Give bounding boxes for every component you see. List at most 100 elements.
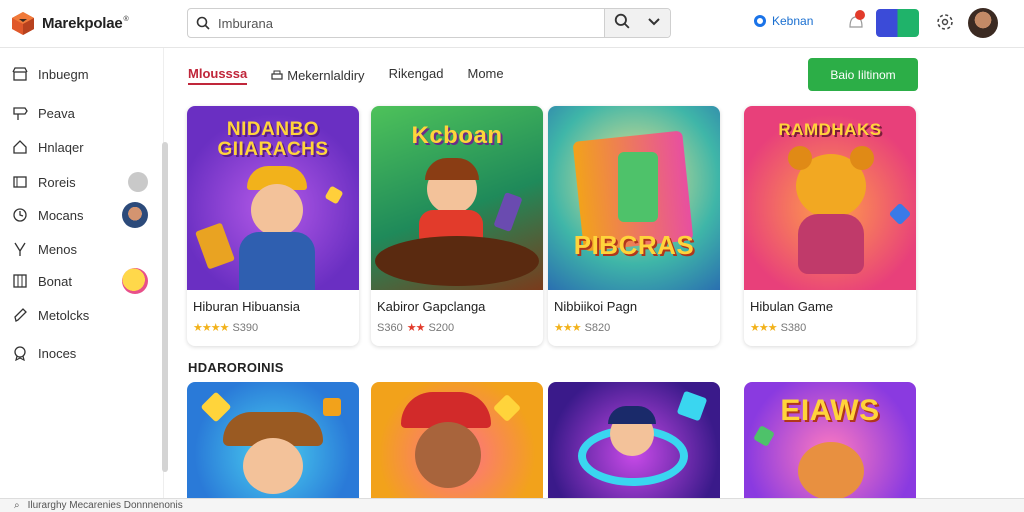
badge-icon [12, 345, 28, 361]
sidebar-item-label: Peava [38, 105, 75, 121]
category-tabs: Mlousssa Mekernlaldiry Rikengad Mome [188, 66, 528, 85]
sidebar-scrollbar[interactable] [162, 142, 168, 472]
game-art-title: Kcboan [411, 122, 503, 149]
character-body [798, 214, 864, 274]
clock-icon [12, 207, 28, 223]
sidebar-item-label: Bonat [38, 273, 72, 289]
treasure-lid [618, 152, 658, 222]
character-face [798, 442, 864, 500]
game-art-title: NIDANBO GIIARACHS [217, 119, 329, 160]
sidebar-item-hnlaqer[interactable]: Hnlaqer [12, 139, 154, 155]
gem-decoration [753, 425, 775, 447]
character-hair [425, 158, 479, 180]
game-card-name: Kabiror Gapclanga [377, 299, 486, 314]
game-card-rating: ★★★★ S390 [193, 321, 259, 335]
gem-decoration [195, 222, 235, 270]
sidebar-item-label: Inoces [38, 345, 77, 361]
pen-icon [12, 307, 28, 323]
home-icon [12, 139, 28, 155]
star-rating-icon: ★★★ [554, 322, 582, 334]
sidebar-item-peava[interactable]: Peava [12, 105, 154, 121]
game-card-name: Hiburan Hibuansia [193, 299, 300, 314]
cube-logo-icon [12, 12, 34, 35]
sidebar-item-label: Roreis [38, 174, 76, 190]
account-label: Kebnan [772, 14, 814, 28]
game-card[interactable]: EIAWS [744, 382, 916, 502]
game-card[interactable]: Kcboan Kabiror Gapclanga S360 ★★ S200 [371, 106, 543, 346]
rating-value: S380 [780, 321, 807, 334]
account-link[interactable]: Kebnan [754, 14, 813, 28]
game-art-title: RAMDHAKS [778, 120, 882, 139]
app-switcher-icon[interactable] [876, 9, 919, 37]
avatar [122, 202, 148, 228]
tab-mlousssa[interactable]: Mlousssa [188, 66, 248, 85]
search-actions [604, 9, 670, 37]
game-card[interactable]: NIDANBO GIIARACHS Hiburan Hibuansia ★★★★… [187, 106, 359, 346]
gem-decoration [324, 185, 344, 205]
game-card-art: RAMDHAKS [744, 106, 916, 290]
game-art-title: EIAWS [780, 394, 880, 427]
star-rating-icon: ★★★★ [193, 322, 229, 334]
chevron-down-icon[interactable] [647, 14, 661, 32]
kart-decoration [375, 236, 539, 286]
sidebar-item-menos[interactable]: Menos [12, 241, 154, 257]
game-card[interactable] [548, 382, 720, 502]
branch-icon [12, 241, 28, 257]
character-body [239, 232, 315, 290]
search-bar [187, 8, 671, 38]
notification-icon[interactable] [844, 9, 868, 35]
star-decoration [492, 393, 522, 423]
gear-icon[interactable] [934, 11, 956, 33]
game-card-name: Nibbiikoi Pagn [554, 299, 638, 314]
rating-value: S200 [428, 321, 455, 334]
primary-action-button[interactable]: Baio Iiltinom [808, 58, 918, 91]
user-avatar[interactable] [968, 8, 998, 38]
game-card-art: PIBCRAS [548, 106, 720, 290]
game-card-rating: ★★★ S820 [554, 321, 610, 335]
sidebar: Inbuegm Peava Hnlaqer Roreis Mocans Meno… [0, 48, 164, 512]
character-face [251, 184, 303, 236]
character-face [243, 438, 303, 494]
trademark-mark: ® [123, 15, 129, 23]
tab-mekernlaldiry[interactable]: Mekernlaldiry [271, 66, 365, 85]
game-card[interactable] [187, 382, 359, 502]
gem-decoration [323, 398, 341, 416]
rating-prefix: S360 [377, 321, 403, 334]
game-card-art: Kcboan [371, 106, 543, 290]
game-card-art: NIDANBO GIIARACHS [187, 106, 359, 290]
game-card[interactable] [371, 382, 543, 502]
sidebar-item-label: Hnlaqer [38, 139, 84, 155]
section-title: HDAROROINIS [188, 360, 284, 375]
character-hair [608, 406, 656, 424]
sidebar-item-metolcks[interactable]: Metolcks [12, 307, 154, 323]
game-card[interactable]: RAMDHAKS Hibulan Game ★★★ S380 [744, 106, 916, 346]
sign-icon [12, 105, 28, 121]
app-name: Marekpolae [42, 14, 123, 32]
sidebar-item-roreis[interactable]: Roreis [12, 172, 154, 192]
tab-rikengad[interactable]: Rikengad [389, 66, 444, 85]
game-card-rating: ★★★ S380 [750, 321, 807, 335]
tab-label: Mekernlaldiry [287, 68, 365, 83]
search-icon [188, 16, 218, 30]
character-ear [788, 146, 812, 170]
sidebar-item-inoces[interactable]: Inoces [12, 345, 154, 361]
printer-icon [271, 70, 283, 80]
game-card-name: Hibulan Game [750, 299, 834, 314]
star-decoration [200, 391, 232, 423]
sidebar-item-mocans[interactable]: Mocans [12, 202, 154, 228]
search-input[interactable] [218, 9, 604, 37]
character-face [415, 422, 481, 488]
rating-value: S390 [232, 321, 259, 334]
sidebar-item-inbuegm[interactable]: Inbuegm [12, 66, 154, 82]
tab-mome[interactable]: Mome [468, 66, 504, 85]
sidebar-item-label: Inbuegm [38, 66, 89, 82]
app-logo[interactable]: Marekpolae ® [10, 10, 129, 36]
emoji-badge [122, 268, 148, 294]
search-submit-icon[interactable] [614, 13, 630, 34]
game-card[interactable]: PIBCRAS Nibbiikoi Pagn ★★★ S820 [548, 106, 720, 346]
game-card-rating: S360 ★★ S200 [377, 321, 455, 335]
sidebar-item-bonat[interactable]: Bonat [12, 268, 154, 294]
game-art-title: PIBCRAS [573, 230, 695, 260]
status-bar: ⌕ Ilurarghy Mecarenies Donnnenonis [0, 498, 1024, 512]
sidebar-item-label: Mocans [38, 207, 84, 223]
